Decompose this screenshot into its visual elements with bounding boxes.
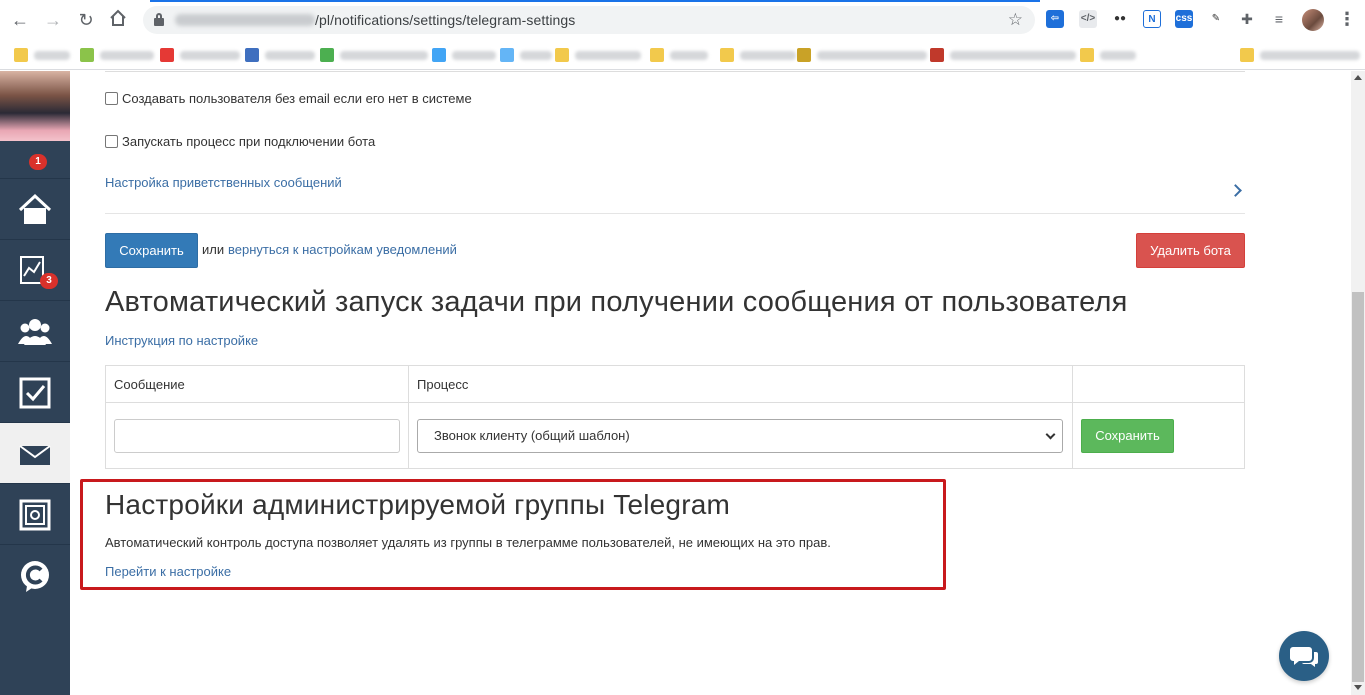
bookmark-item[interactable] <box>245 48 315 62</box>
home-icon <box>18 193 52 224</box>
message-cell <box>105 402 409 469</box>
process-table: Сообщение Процесс Звонок клиенту (общий … <box>105 365 1245 469</box>
lock-icon <box>154 13 164 26</box>
process-select[interactable]: Звонок клиенту (общий шаблон) <box>417 418 1063 453</box>
actions-cell: Сохранить <box>1072 402 1245 469</box>
browser-menu-icon[interactable]: ⋮ <box>1338 9 1356 30</box>
url-path: /pl/notifications/settings/telegram-sett… <box>315 12 576 28</box>
getcourse-logo-icon <box>21 561 49 592</box>
table-row: Звонок клиенту (общий шаблон) Сохранить <box>105 402 1245 469</box>
column-header-actions <box>1072 365 1245 403</box>
home-browser-icon[interactable] <box>107 9 129 31</box>
extension-n-icon[interactable]: N <box>1143 10 1161 28</box>
back-to-notifications-link[interactable]: вернуться к настройкам уведомлений <box>228 242 457 257</box>
chat-bubbles-icon <box>1290 647 1318 667</box>
sidebar-item-users[interactable] <box>0 301 70 362</box>
safe-icon <box>19 499 51 531</box>
bookmark-item[interactable] <box>555 48 641 62</box>
bookmark-item[interactable] <box>797 48 927 62</box>
bookmark-item[interactable] <box>80 48 154 62</box>
extensions-puzzle-icon[interactable]: ✚ <box>1238 10 1256 28</box>
user-avatar[interactable] <box>0 71 70 141</box>
extension-icon-1[interactable]: ⇦ <box>1046 10 1064 28</box>
chevron-down-icon <box>1045 429 1056 439</box>
users-icon <box>18 319 52 345</box>
start-process-checkbox[interactable] <box>105 135 118 148</box>
process-select-value: Звонок клиенту (общий шаблон) <box>434 427 630 443</box>
url-domain-blurred <box>175 14 315 26</box>
browser-profile-avatar[interactable] <box>1302 9 1324 31</box>
sidebar-item-getcourse[interactable] <box>0 545 70 606</box>
message-input[interactable] <box>114 418 400 453</box>
welcome-messages-link[interactable]: Настройка приветственных сообщений <box>105 175 342 190</box>
delete-bot-button[interactable]: Удалить бота <box>1136 233 1245 268</box>
bookmark-item[interactable] <box>930 48 1076 62</box>
other-bookmarks[interactable] <box>1240 48 1360 62</box>
bookmark-item[interactable] <box>14 48 70 62</box>
save-button[interactable]: Сохранить <box>105 233 198 268</box>
save-rule-button[interactable]: Сохранить <box>1081 418 1174 453</box>
scroll-up-icon[interactable] <box>1354 75 1362 80</box>
start-process-checkbox-row[interactable]: Запускать процесс при подключении бота <box>105 134 375 149</box>
sidebar-item-tasks[interactable] <box>0 362 70 423</box>
bookmark-item[interactable] <box>650 48 708 62</box>
bookmark-item[interactable] <box>720 48 796 62</box>
sidebar-item-home[interactable] <box>0 179 70 240</box>
app-sidebar: 1 3 <box>0 71 70 695</box>
group-settings-title: Настройки администрируемой группы Telegr… <box>105 489 731 520</box>
bookmark-item[interactable] <box>320 48 428 62</box>
reading-list-icon[interactable]: ≡ <box>1270 10 1288 28</box>
bookmark-item[interactable] <box>500 48 552 62</box>
create-user-label: Создавать пользователя без email если ег… <box>122 91 472 106</box>
address-bar[interactable]: /pl/notifications/settings/telegram-sett… <box>143 6 1035 34</box>
sidebar-item-sales[interactable]: 3 <box>0 240 70 301</box>
bookmark-item[interactable] <box>432 48 496 62</box>
start-process-label: Запускать процесс при подключении бота <box>122 134 376 149</box>
extension-dots-icon[interactable]: ●● <box>1111 10 1129 28</box>
sidebar-item-messages[interactable] <box>0 423 70 484</box>
bookmark-item[interactable] <box>160 48 240 62</box>
section-divider <box>105 71 1245 72</box>
mail-icon <box>19 445 51 465</box>
group-settings-link[interactable]: Перейти к настройке <box>105 564 231 579</box>
notifications-badge: 1 <box>29 154 47 170</box>
bookmark-star-icon[interactable]: ☆ <box>1008 10 1023 30</box>
column-header-process: Процесс <box>408 365 1073 403</box>
back-arrow-icon[interactable]: ← <box>9 9 31 31</box>
scroll-down-icon[interactable] <box>1354 685 1362 690</box>
extension-eyedropper-icon[interactable]: ✎ <box>1207 10 1225 28</box>
create-user-checkbox-row[interactable]: Создавать пользователя без email если ег… <box>105 91 472 106</box>
extension-code-icon[interactable]: </> <box>1079 10 1097 28</box>
group-settings-description: Автоматический контроль доступа позволяе… <box>105 535 831 550</box>
extension-css-icon[interactable]: css <box>1175 10 1193 28</box>
column-header-message: Сообщение <box>105 365 409 403</box>
section-divider <box>105 213 1245 214</box>
reload-icon[interactable]: ↻ <box>75 9 97 31</box>
bookmarks-bar <box>0 40 1365 70</box>
scrollbar-thumb[interactable] <box>1352 292 1364 682</box>
create-user-checkbox[interactable] <box>105 92 118 105</box>
sidebar-item-safe[interactable] <box>0 484 70 545</box>
or-text: или <box>202 242 225 257</box>
instruction-link[interactable]: Инструкция по настройке <box>105 333 258 348</box>
tasks-icon <box>19 377 51 409</box>
bookmark-item[interactable] <box>1080 48 1136 62</box>
chat-button[interactable] <box>1279 631 1329 681</box>
sales-badge: 3 <box>40 273 58 289</box>
forward-arrow-icon[interactable]: → <box>42 9 64 31</box>
table-header-row: Сообщение Процесс <box>105 365 1245 403</box>
tab-loading-indicator <box>150 0 1040 2</box>
browser-toolbar: ← → ↻ /pl/notifications/settings/telegra… <box>0 0 1365 40</box>
process-cell: Звонок клиенту (общий шаблон) <box>408 402 1073 469</box>
notifications-item[interactable]: 1 <box>0 141 70 179</box>
auto-launch-title: Автоматический запуск задачи при получен… <box>105 286 1128 318</box>
